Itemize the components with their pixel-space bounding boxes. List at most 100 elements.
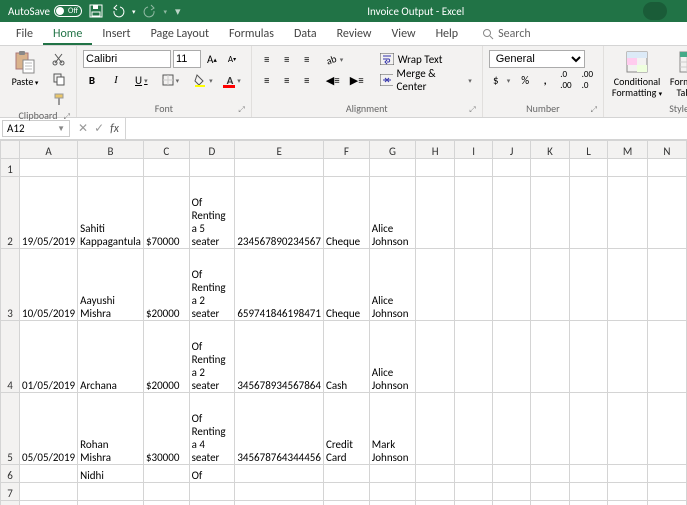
- cell[interactable]: [369, 483, 415, 501]
- tab-help[interactable]: Help: [426, 23, 469, 45]
- cell[interactable]: [78, 159, 144, 177]
- col-header[interactable]: C: [143, 141, 189, 159]
- bold-button[interactable]: B: [83, 71, 101, 89]
- cell[interactable]: Of Renting a 2 seater: [189, 321, 235, 393]
- cell[interactable]: $30000: [143, 393, 189, 465]
- cell[interactable]: [531, 159, 570, 177]
- align-middle-button[interactable]: ≡: [278, 50, 296, 68]
- cell[interactable]: [647, 321, 686, 393]
- row-header[interactable]: 6: [1, 465, 20, 483]
- redo-icon[interactable]: [142, 3, 158, 19]
- cell[interactable]: [455, 249, 493, 321]
- cell[interactable]: 234567890234567: [235, 177, 324, 249]
- cell[interactable]: Cheque: [323, 249, 369, 321]
- cell[interactable]: Of Renting a 5 seater: [189, 177, 235, 249]
- cell[interactable]: [235, 465, 324, 483]
- cell[interactable]: [647, 483, 686, 501]
- tab-view[interactable]: View: [382, 23, 426, 45]
- cell[interactable]: 05/05/2019: [20, 393, 78, 465]
- cell[interactable]: [608, 501, 648, 505]
- col-header[interactable]: I: [455, 141, 493, 159]
- cell[interactable]: [416, 501, 455, 505]
- cell[interactable]: [416, 393, 455, 465]
- paste-button[interactable]: Paste ▾: [6, 48, 44, 87]
- underline-button[interactable]: U: [131, 71, 152, 89]
- cell[interactable]: $20000: [143, 249, 189, 321]
- row-header[interactable]: 8: [1, 501, 20, 505]
- cell[interactable]: [493, 177, 531, 249]
- font-name-select[interactable]: [83, 50, 171, 68]
- font-launcher-icon[interactable]: ⤢: [238, 105, 244, 115]
- italic-button[interactable]: I: [107, 71, 125, 89]
- cell[interactable]: [608, 393, 648, 465]
- cell[interactable]: [369, 465, 415, 483]
- cell[interactable]: Sahiti Kappagantula: [78, 177, 144, 249]
- row-header[interactable]: 3: [1, 249, 20, 321]
- col-header[interactable]: B: [78, 141, 144, 159]
- col-header[interactable]: F: [323, 141, 369, 159]
- cell[interactable]: Of Renting a 4 seater: [189, 393, 235, 465]
- cell[interactable]: [493, 321, 531, 393]
- col-header[interactable]: G: [369, 141, 415, 159]
- align-left-button[interactable]: ≡: [258, 71, 276, 89]
- row-header[interactable]: 1: [1, 159, 20, 177]
- tab-file[interactable]: File: [6, 23, 43, 45]
- tab-formulas[interactable]: Formulas: [219, 23, 284, 45]
- alignment-launcher-icon[interactable]: ⤢: [469, 105, 475, 115]
- cell[interactable]: [569, 159, 607, 177]
- cell[interactable]: Mark Johnson: [369, 393, 415, 465]
- cell[interactable]: 659741846198471: [235, 249, 324, 321]
- cell[interactable]: [416, 483, 455, 501]
- cell[interactable]: [143, 501, 189, 505]
- cell[interactable]: [531, 483, 570, 501]
- cell[interactable]: [416, 249, 455, 321]
- cell[interactable]: [531, 393, 570, 465]
- cell[interactable]: [493, 465, 531, 483]
- cell[interactable]: [608, 159, 648, 177]
- fill-color-button[interactable]: [189, 71, 217, 89]
- cell[interactable]: [608, 321, 648, 393]
- cell[interactable]: 345678764344456: [235, 393, 324, 465]
- col-header[interactable]: L: [569, 141, 607, 159]
- cell[interactable]: $70000: [143, 177, 189, 249]
- cell[interactable]: [647, 159, 686, 177]
- formula-bar[interactable]: [125, 118, 687, 139]
- percent-format-button[interactable]: %: [516, 71, 534, 89]
- align-center-button[interactable]: ≡: [278, 71, 296, 89]
- cell[interactable]: [455, 393, 493, 465]
- col-header[interactable]: J: [493, 141, 531, 159]
- cell[interactable]: 345678934567864: [235, 321, 324, 393]
- wrap-text-button[interactable]: Wrap Text: [376, 50, 456, 68]
- col-header[interactable]: K: [531, 141, 570, 159]
- decrease-font-button[interactable]: A▾: [223, 50, 241, 68]
- cell[interactable]: Cheque: [323, 177, 369, 249]
- cell[interactable]: Alice Johnson: [369, 321, 415, 393]
- col-header[interactable]: D: [189, 141, 235, 159]
- row-header[interactable]: 7: [1, 483, 20, 501]
- decrease-decimal-button[interactable]: .00.0: [578, 71, 597, 89]
- comma-format-button[interactable]: ,: [536, 71, 554, 89]
- cell[interactable]: [569, 321, 607, 393]
- cell[interactable]: [455, 501, 493, 505]
- save-icon[interactable]: [88, 3, 104, 19]
- cancel-formula-icon[interactable]: ✕: [78, 121, 88, 136]
- align-right-button[interactable]: ≡: [298, 71, 316, 89]
- cell[interactable]: [416, 159, 455, 177]
- cell[interactable]: [189, 483, 235, 501]
- cell[interactable]: Credit Card: [323, 393, 369, 465]
- cell[interactable]: [235, 501, 324, 505]
- cell[interactable]: [416, 465, 455, 483]
- cell[interactable]: [608, 177, 648, 249]
- insert-function-icon[interactable]: fx: [110, 122, 119, 136]
- cell[interactable]: Of: [189, 465, 235, 483]
- cell[interactable]: [20, 483, 78, 501]
- cell[interactable]: [647, 249, 686, 321]
- cell[interactable]: [569, 393, 607, 465]
- cell[interactable]: [189, 159, 235, 177]
- profile-avatar[interactable]: [643, 2, 667, 20]
- cell[interactable]: [531, 465, 570, 483]
- cell[interactable]: [531, 249, 570, 321]
- cell[interactable]: [493, 483, 531, 501]
- cell[interactable]: [78, 483, 144, 501]
- tab-data[interactable]: Data: [284, 23, 327, 45]
